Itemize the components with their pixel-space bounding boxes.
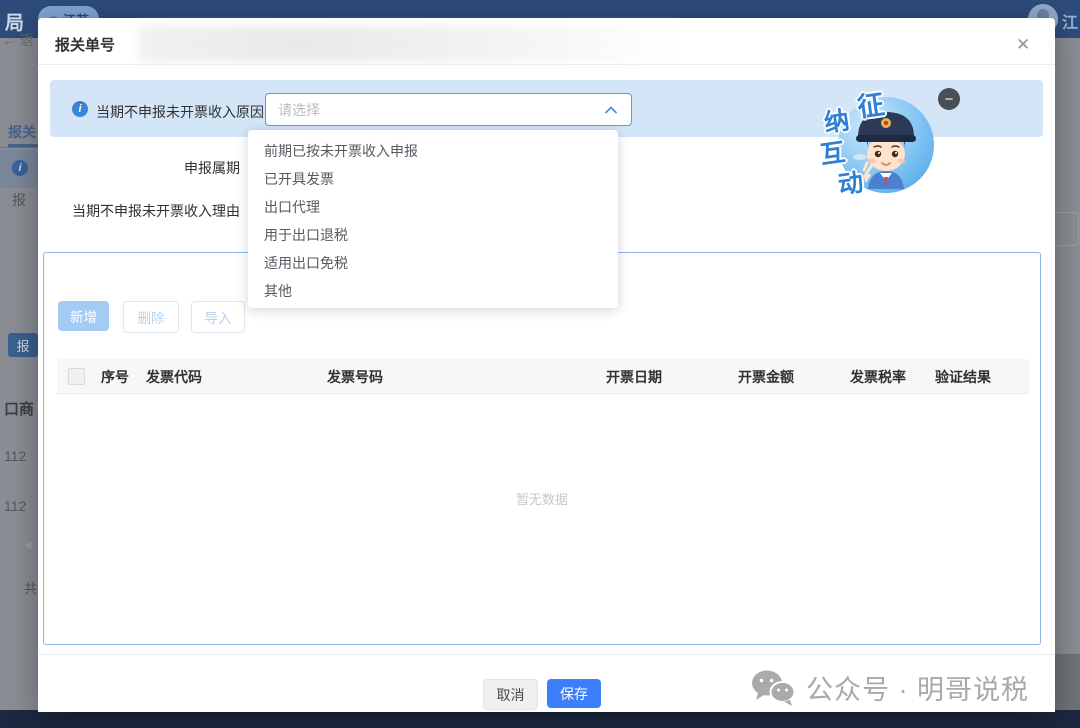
col-header-tax-rate: 发票税率 — [850, 367, 906, 387]
dropdown-option[interactable]: 已开具发票 — [248, 165, 618, 193]
select-all-checkbox[interactable] — [68, 368, 85, 385]
watermark-text: 公众号 · 明哥说税 — [806, 668, 1029, 707]
close-icon[interactable]: ✕ — [1016, 36, 1030, 53]
background-divider — [0, 147, 38, 148]
col-header-seq: 序号 — [101, 367, 129, 387]
period-label: 申报属期 — [38, 158, 240, 178]
col-header-amount: 开票金额 — [738, 367, 794, 387]
col-header-verify-result: 验证结果 — [935, 367, 991, 387]
empty-state-text: 暂无数据 — [44, 489, 1040, 508]
background-tab-baoguan[interactable]: 报关 — [8, 122, 36, 142]
background-pager-prev-icon[interactable]: ◀ — [24, 540, 32, 551]
watermark: 公众号 · 明哥说税 — [750, 668, 1029, 707]
background-query-button[interactable]: 报 — [8, 333, 38, 357]
invoice-table-container: 新增 删除 导入 序号 发票代码 发票号码 开票日期 开票金额 发票税率 验证结… — [43, 252, 1041, 645]
col-header-issue-date: 开票日期 — [606, 367, 662, 387]
dropdown-option[interactable]: 用于出口退税 — [248, 221, 618, 249]
background-user-region: 江 — [1062, 9, 1078, 33]
declaration-modal: 报关单号 ✕ i 当期不申报未开票收入原因 请选择 申报属期 当期不申报未开票收… — [38, 18, 1055, 712]
import-button[interactable]: 导入 — [191, 301, 245, 333]
background-bottom-bar — [0, 710, 1080, 728]
background-info-icon: i — [12, 160, 28, 176]
background-field-label: 报 — [12, 190, 26, 210]
delete-button[interactable]: 删除 — [123, 301, 179, 333]
info-icon: i — [72, 101, 88, 117]
cancel-button[interactable]: 取消 — [483, 679, 538, 710]
screenshot-stage: 局 ◎ 江苏 江 ← 返 报关 i 报 报 口商 112 112 ◀ 共 报关单… — [0, 0, 1080, 728]
mascot-char-dong: 动 — [836, 162, 866, 201]
modal-footer-divider — [38, 654, 1055, 655]
background-dark-block — [1055, 654, 1080, 711]
dropdown-option[interactable]: 适用出口免税 — [248, 249, 618, 277]
background-column-header: 口商 — [4, 398, 34, 419]
background-row-value: 112 — [4, 448, 26, 464]
mascot-minimize-button[interactable]: − — [938, 88, 960, 110]
col-header-invoice-code: 发票代码 — [146, 367, 202, 387]
background-info-band: i — [0, 150, 38, 188]
wechat-icon — [750, 669, 796, 707]
mascot-char-zheng: 征 — [854, 82, 886, 124]
background-row-value: 112 — [4, 498, 26, 514]
reason-field-label: 当期不申报未开票收入理由 — [38, 201, 240, 221]
table-header-row: 序号 发票代码 发票号码 开票日期 开票金额 发票税率 验证结果 — [57, 359, 1029, 394]
dropdown-option[interactable]: 前期已按未开票收入申报 — [248, 137, 618, 165]
modal-header-divider — [38, 64, 1055, 65]
add-button[interactable]: 新增 — [58, 301, 109, 331]
background-back-link[interactable]: ← 返 — [2, 30, 34, 50]
reason-select-placeholder: 请选择 — [266, 100, 605, 120]
reason-select[interactable]: 请选择 — [265, 93, 632, 126]
dropdown-option[interactable]: 其他 — [248, 277, 618, 305]
background-ghost-button — [1053, 212, 1079, 246]
reason-select-label: 当期不申报未开票收入原因 — [96, 102, 264, 122]
chevron-up-icon — [605, 106, 631, 114]
reason-dropdown-panel: 前期已按未开票收入申报 已开具发票 出口代理 用于出口退税 适用出口免税 其他 — [248, 130, 618, 308]
save-button[interactable]: 保存 — [547, 679, 601, 708]
redacted-title-blur — [138, 26, 678, 62]
col-header-invoice-number: 发票号码 — [327, 367, 383, 387]
background-total-label: 共 — [24, 578, 37, 597]
dropdown-option[interactable]: 出口代理 — [248, 193, 618, 221]
modal-title: 报关单号 — [55, 34, 115, 55]
